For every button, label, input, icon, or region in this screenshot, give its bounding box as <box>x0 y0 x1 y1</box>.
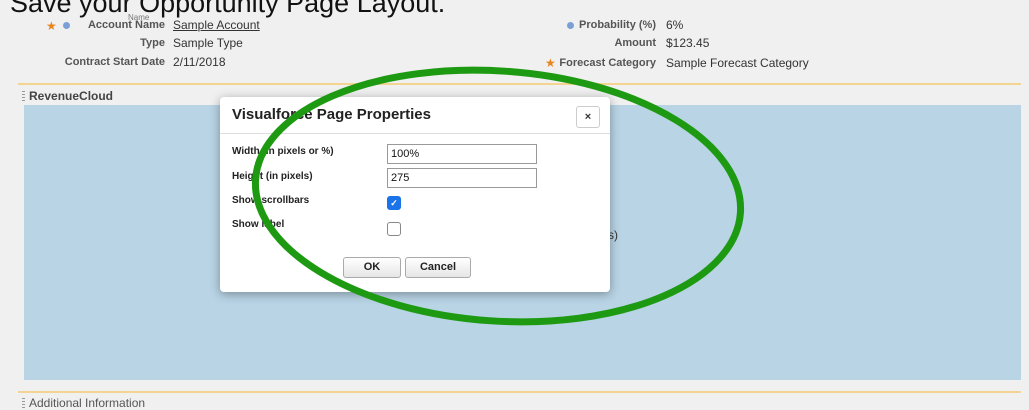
type-value: Sample Type <box>173 36 243 50</box>
section-header-additional-information[interactable]: Additional Information <box>22 396 145 410</box>
visualforce-properties-dialog: Visualforce Page Properties × Width (in … <box>220 97 610 292</box>
ok-button[interactable]: OK <box>343 257 401 278</box>
probability-label: Probability (%) <box>578 19 656 31</box>
section-divider <box>18 83 1021 85</box>
drag-handle-icon[interactable] <box>22 91 25 101</box>
account-name-link[interactable]: Sample Account <box>173 18 260 32</box>
amount-label: Amount <box>614 37 656 49</box>
drag-handle-icon[interactable] <box>22 398 25 408</box>
required-star-icon: ★ <box>46 19 57 33</box>
height-input[interactable]: 275 <box>387 168 537 188</box>
cancel-button[interactable]: Cancel <box>405 257 471 278</box>
dialog-title: Visualforce Page Properties <box>232 106 431 123</box>
show-scrollbars-label: Show scrollbars <box>232 195 310 206</box>
close-button[interactable]: × <box>576 106 600 128</box>
amount-value: $123.45 <box>666 36 710 50</box>
contract-start-date-value: 2/11/2018 <box>173 55 226 69</box>
width-input[interactable]: 100% <box>387 144 537 164</box>
type-label: Type <box>140 37 165 49</box>
dialog-divider <box>220 133 610 134</box>
height-label: Height (in pixels) <box>232 171 313 182</box>
section-header-revenuecloud[interactable]: RevenueCloud <box>22 89 113 103</box>
probability-value: 6% <box>666 18 684 32</box>
contract-start-date-label: Contract Start Date <box>64 56 165 68</box>
section-header-label: RevenueCloud <box>29 89 114 103</box>
info-dot-icon <box>63 22 70 29</box>
show-label-checkbox[interactable] <box>387 222 401 236</box>
show-label-label: Show label <box>232 219 285 230</box>
width-label: Width (in pixels or %) <box>232 146 334 157</box>
forecast-category-label: Forecast Category <box>559 57 656 69</box>
forecast-category-value: Sample Forecast Category <box>666 56 809 70</box>
section-divider <box>18 391 1021 393</box>
section-header-label: Additional Information <box>29 396 146 410</box>
account-name-label: Account Name <box>87 19 165 31</box>
tutorial-caption: Save your Opportunity Page Layout. <box>10 0 446 18</box>
show-scrollbars-checkbox[interactable]: ✓ <box>387 196 401 210</box>
